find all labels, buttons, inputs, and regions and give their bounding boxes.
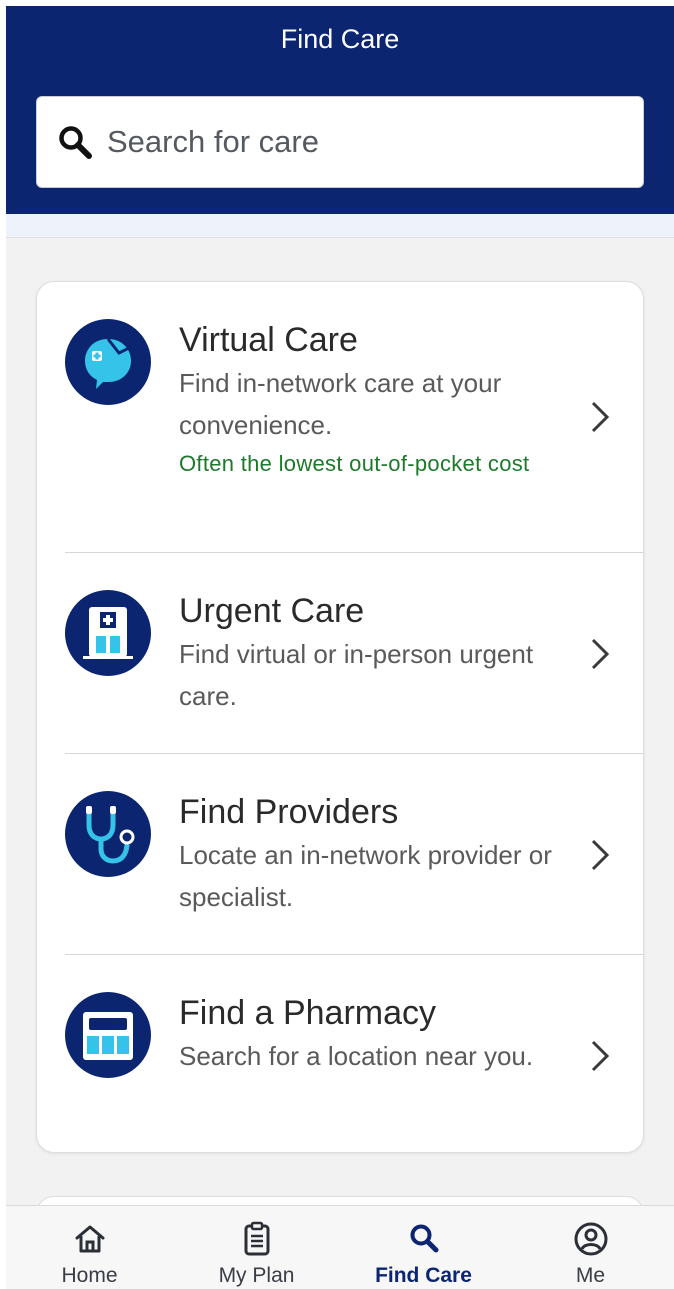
tab-my-plan[interactable]: My Plan [173,1206,340,1289]
tab-find-care[interactable]: Find Care [340,1206,507,1289]
care-option-find-providers[interactable]: Find Providers Locate an in-network prov… [37,754,643,954]
search-box[interactable] [36,96,644,188]
tab-label: Me [575,1264,606,1287]
care-option-description: Find in-network care at your convenience… [179,368,502,440]
header-divider-strip [6,214,674,238]
care-option-title: Find a Pharmacy [179,994,436,1032]
care-option-cost-note: Often the lowest out-of-pocket cost [179,451,530,476]
bottom-tab-bar: Home My Plan Find Care Me [6,1205,674,1289]
tab-label: Find Care [375,1264,472,1287]
tab-me[interactable]: Me [507,1206,674,1289]
hospital-building-icon [65,590,151,676]
find-care-screen: Find Care Search for care Virtual Care F… [6,6,674,1289]
clipboard-icon [238,1220,276,1258]
care-option-text: Urgent Care Find virtual or in-person ur… [179,591,579,717]
care-option-title: Find Providers [179,793,399,831]
care-option-title: Urgent Care [179,592,365,630]
app-header: Find Care [6,6,674,214]
care-option-description: Locate an in-network provider or special… [179,840,552,912]
chevron-right-icon [589,1039,611,1073]
care-option-find-pharmacy[interactable]: Find a Pharmacy Search for a location ne… [37,955,643,1154]
user-circle-icon [572,1220,610,1258]
home-icon [71,1220,109,1258]
care-option-text: Find Providers Locate an in-network prov… [179,792,579,918]
tab-home[interactable]: Home [6,1206,173,1289]
search-icon [405,1220,443,1258]
page-title: Find Care [280,24,400,54]
care-option-virtual-care[interactable]: Virtual Care Find in-network care at you… [37,282,643,552]
care-option-text: Virtual Care Find in-network care at you… [179,320,579,481]
care-option-description: Find virtual or in-person urgent care. [179,639,534,711]
care-option-text: Find a Pharmacy Search for a location ne… [179,993,579,1077]
care-option-description: Search for a location near you. [179,1041,534,1071]
magnifier-icon [57,120,101,164]
pharmacy-storefront-icon [65,992,151,1078]
tab-label: My Plan [218,1264,295,1287]
care-option-title: Virtual Care [179,321,358,359]
search-input[interactable] [107,124,587,160]
care-options-card: Virtual Care Find in-network care at you… [36,281,644,1153]
chevron-right-icon [589,838,611,872]
chevron-right-icon [589,637,611,671]
care-option-urgent-care[interactable]: Urgent Care Find virtual or in-person ur… [37,553,643,753]
stethoscope-icon [65,791,151,877]
chevron-right-icon [589,400,611,434]
virtual-care-chat-icon [65,319,151,405]
tab-label: Home [61,1264,118,1287]
